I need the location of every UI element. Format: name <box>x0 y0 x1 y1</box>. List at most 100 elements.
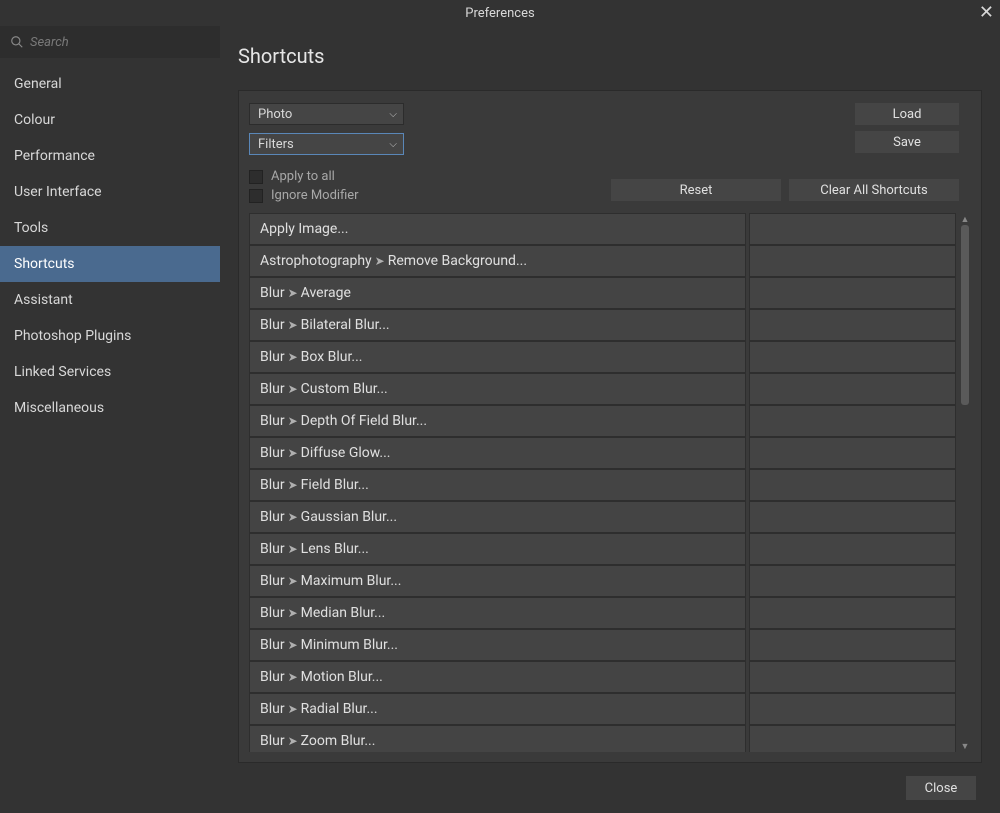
shortcut-input[interactable] <box>749 245 956 277</box>
shortcut-path: Blur <box>260 317 285 333</box>
save-button[interactable]: Save <box>855 131 959 153</box>
shortcut-name-cell[interactable]: Blur➤Box Blur... <box>249 341 746 373</box>
shortcut-row: Blur➤Median Blur... <box>249 597 956 629</box>
sidebar-item-linked-services[interactable]: Linked Services <box>0 354 220 390</box>
shortcut-input[interactable] <box>749 277 956 309</box>
shortcut-input[interactable] <box>749 533 956 565</box>
shortcut-input[interactable] <box>749 501 956 533</box>
sidebar-item-photoshop-plugins[interactable]: Photoshop Plugins <box>0 318 220 354</box>
sidebar-item-general[interactable]: General <box>0 66 220 102</box>
shortcut-name-cell[interactable]: Apply Image... <box>249 213 746 245</box>
arrow-icon: ➤ <box>288 286 298 300</box>
shortcut-row: Blur➤Radial Blur... <box>249 693 956 725</box>
shortcut-input[interactable] <box>749 437 956 469</box>
arrow-icon: ➤ <box>288 350 298 364</box>
sidebar-list: General ColourPerformanceUser Interface To… <box>0 58 220 426</box>
shortcut-name-cell[interactable]: Blur➤Field Blur... <box>249 469 746 501</box>
shortcut-input[interactable] <box>749 469 956 501</box>
shortcut-name-cell[interactable]: Blur➤Motion Blur... <box>249 661 746 693</box>
shortcut-input[interactable] <box>749 629 956 661</box>
shortcut-name: Gaussian Blur... <box>301 509 397 525</box>
shortcut-name-cell[interactable]: Blur➤Gaussian Blur... <box>249 501 746 533</box>
arrow-icon: ➤ <box>288 382 298 396</box>
shortcut-row: Blur➤Maximum Blur... <box>249 565 956 597</box>
shortcut-row: Blur➤Minimum Blur... <box>249 629 956 661</box>
shortcut-path: Astrophotography <box>260 253 372 269</box>
close-button[interactable]: Close <box>906 776 976 800</box>
shortcut-name-cell[interactable]: Blur➤Zoom Blur... <box>249 725 746 752</box>
sidebar-item-performance[interactable]: Performance <box>0 138 220 174</box>
scrollbar-down-button[interactable]: ▼ <box>959 740 971 752</box>
shortcut-path: Blur <box>260 413 285 429</box>
scrollbar-up-button[interactable]: ▲ <box>959 213 971 225</box>
shortcut-name-cell[interactable]: Blur➤Custom Blur... <box>249 373 746 405</box>
shortcut-name: Depth Of Field Blur... <box>301 413 427 429</box>
sidebar-item-tools[interactable]: Tools <box>0 210 220 246</box>
shortcut-name: Diffuse Glow... <box>301 445 391 461</box>
shortcut-row: Blur➤Zoom Blur... <box>249 725 956 752</box>
shortcut-path: Blur <box>260 573 285 589</box>
shortcut-name: Bilateral Blur... <box>301 317 390 333</box>
shortcut-name-cell[interactable]: Blur➤Maximum Blur... <box>249 565 746 597</box>
sidebar-item-miscellaneous[interactable]: Miscellaneous <box>0 390 220 426</box>
shortcut-name-cell[interactable]: Blur➤Median Blur... <box>249 597 746 629</box>
sidebar-item-shortcuts[interactable]: Shortcuts <box>0 246 220 282</box>
sidebar-item-label: Tools <box>14 220 48 236</box>
persona-select-label: Photo <box>258 107 292 122</box>
arrow-icon: ➤ <box>288 734 298 748</box>
shortcut-row: Blur➤Depth Of Field Blur... <box>249 405 956 437</box>
shortcut-name-cell[interactable]: Blur➤Lens Blur... <box>249 533 746 565</box>
shortcut-name-cell[interactable]: Blur➤Diffuse Glow... <box>249 437 746 469</box>
shortcut-input[interactable] <box>749 405 956 437</box>
shortcut-name-cell[interactable]: Blur➤Depth Of Field Blur... <box>249 405 746 437</box>
persona-select[interactable]: Photo ⌵ <box>249 103 404 125</box>
shortcut-name-cell[interactable]: Blur➤Radial Blur... <box>249 693 746 725</box>
shortcut-input[interactable] <box>749 373 956 405</box>
shortcut-name-cell[interactable]: Blur➤Average <box>249 277 746 309</box>
shortcut-name-cell[interactable]: Blur➤Bilateral Blur... <box>249 309 746 341</box>
page-title: Shortcuts <box>238 44 982 68</box>
shortcut-name: Field Blur... <box>301 477 369 493</box>
scrollbar-track[interactable] <box>959 225 971 740</box>
search-container <box>0 26 220 58</box>
footer: Close <box>0 763 1000 813</box>
search-input[interactable] <box>30 35 210 50</box>
close-icon[interactable]: ✕ <box>979 4 994 22</box>
shortcut-name: Maximum Blur... <box>301 573 402 589</box>
shortcut-input[interactable] <box>749 693 956 725</box>
shortcut-input[interactable] <box>749 213 956 245</box>
reset-button[interactable]: Reset <box>611 179 781 201</box>
shortcut-input[interactable] <box>749 309 956 341</box>
shortcut-path: Blur <box>260 669 285 685</box>
shortcut-input[interactable] <box>749 341 956 373</box>
shortcut-name: Motion Blur... <box>301 669 383 685</box>
load-button[interactable]: Load <box>855 103 959 125</box>
shortcut-input[interactable] <box>749 565 956 597</box>
shortcut-path: Blur <box>260 605 285 621</box>
shortcut-input[interactable] <box>749 597 956 629</box>
shortcut-name: Apply Image... <box>260 221 348 237</box>
sidebar-item-label: General <box>14 76 62 92</box>
shortcut-row: Blur➤Motion Blur... <box>249 661 956 693</box>
arrow-icon: ➤ <box>288 414 298 428</box>
shortcut-name-cell[interactable]: Blur➤Minimum Blur... <box>249 629 746 661</box>
shortcut-row: Blur➤Box Blur... <box>249 341 956 373</box>
shortcut-path: Blur <box>260 477 285 493</box>
shortcut-input[interactable] <box>749 725 956 752</box>
sidebar-item-user-interface[interactable]: User Interface <box>0 174 220 210</box>
sidebar-item-label: Shortcuts <box>14 256 75 272</box>
shortcut-name: Remove Background... <box>388 253 527 269</box>
shortcut-name: Minimum Blur... <box>301 637 398 653</box>
category-select[interactable]: Filters ⌵ <box>249 133 404 155</box>
window-title: Preferences <box>465 6 534 21</box>
sidebar-item-colour[interactable]: Colour <box>0 102 220 138</box>
arrow-icon: ➤ <box>288 542 298 556</box>
clear-all-button[interactable]: Clear All Shortcuts <box>789 179 959 201</box>
shortcut-input[interactable] <box>749 661 956 693</box>
shortcuts-content: Photo ⌵ Filters ⌵ Load Save <box>238 90 982 763</box>
shortcut-name: Average <box>301 285 351 301</box>
shortcut-name-cell[interactable]: Astrophotography➤Remove Background... <box>249 245 746 277</box>
scrollbar-thumb[interactable] <box>961 225 969 405</box>
shortcut-row: Blur➤Average <box>249 277 956 309</box>
sidebar-item-assistant[interactable]: Assistant <box>0 282 220 318</box>
